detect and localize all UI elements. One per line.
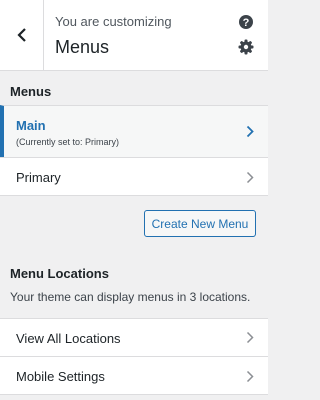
- header-text: You are customizing Menus: [55, 14, 172, 58]
- panel-title: Menus: [55, 37, 110, 57]
- customizer-header: You are customizing Menus ?: [0, 0, 268, 71]
- menus-list: Main (Currently set to: Primary) Primary: [0, 105, 268, 196]
- chevron-right-icon: [246, 125, 254, 138]
- menu-item-label: Primary: [16, 170, 61, 185]
- menu-item-location: (Currently set to: Primary): [16, 137, 120, 147]
- customizing-label: You are customizing: [55, 14, 172, 29]
- gear-icon[interactable]: [238, 39, 254, 55]
- mobile-settings-item[interactable]: Mobile Settings: [0, 356, 268, 395]
- menu-locations-description: Your theme can display menus in 3 locati…: [10, 290, 251, 304]
- view-all-locations-item[interactable]: View All Locations: [0, 318, 268, 356]
- location-item-label: View All Locations: [16, 331, 121, 346]
- menu-item-label: Main: [16, 118, 46, 133]
- chevron-right-icon: [246, 331, 254, 344]
- chevron-right-icon: [246, 370, 254, 383]
- help-icon[interactable]: ?: [238, 14, 254, 30]
- menu-item-primary[interactable]: Primary: [0, 157, 268, 196]
- chevron-right-icon: [246, 171, 254, 184]
- locations-list: View All Locations Mobile Settings: [0, 318, 268, 395]
- menu-item-main[interactable]: Main (Currently set to: Primary): [0, 105, 268, 157]
- menu-locations-title: Menu Locations: [10, 266, 109, 281]
- location-item-label: Mobile Settings: [16, 369, 105, 384]
- create-new-menu-button[interactable]: Create New Menu: [144, 210, 256, 237]
- back-button[interactable]: [0, 0, 44, 70]
- svg-text:?: ?: [243, 17, 250, 29]
- menus-section-title: Menus: [10, 84, 52, 99]
- chevron-left-icon: [16, 28, 26, 42]
